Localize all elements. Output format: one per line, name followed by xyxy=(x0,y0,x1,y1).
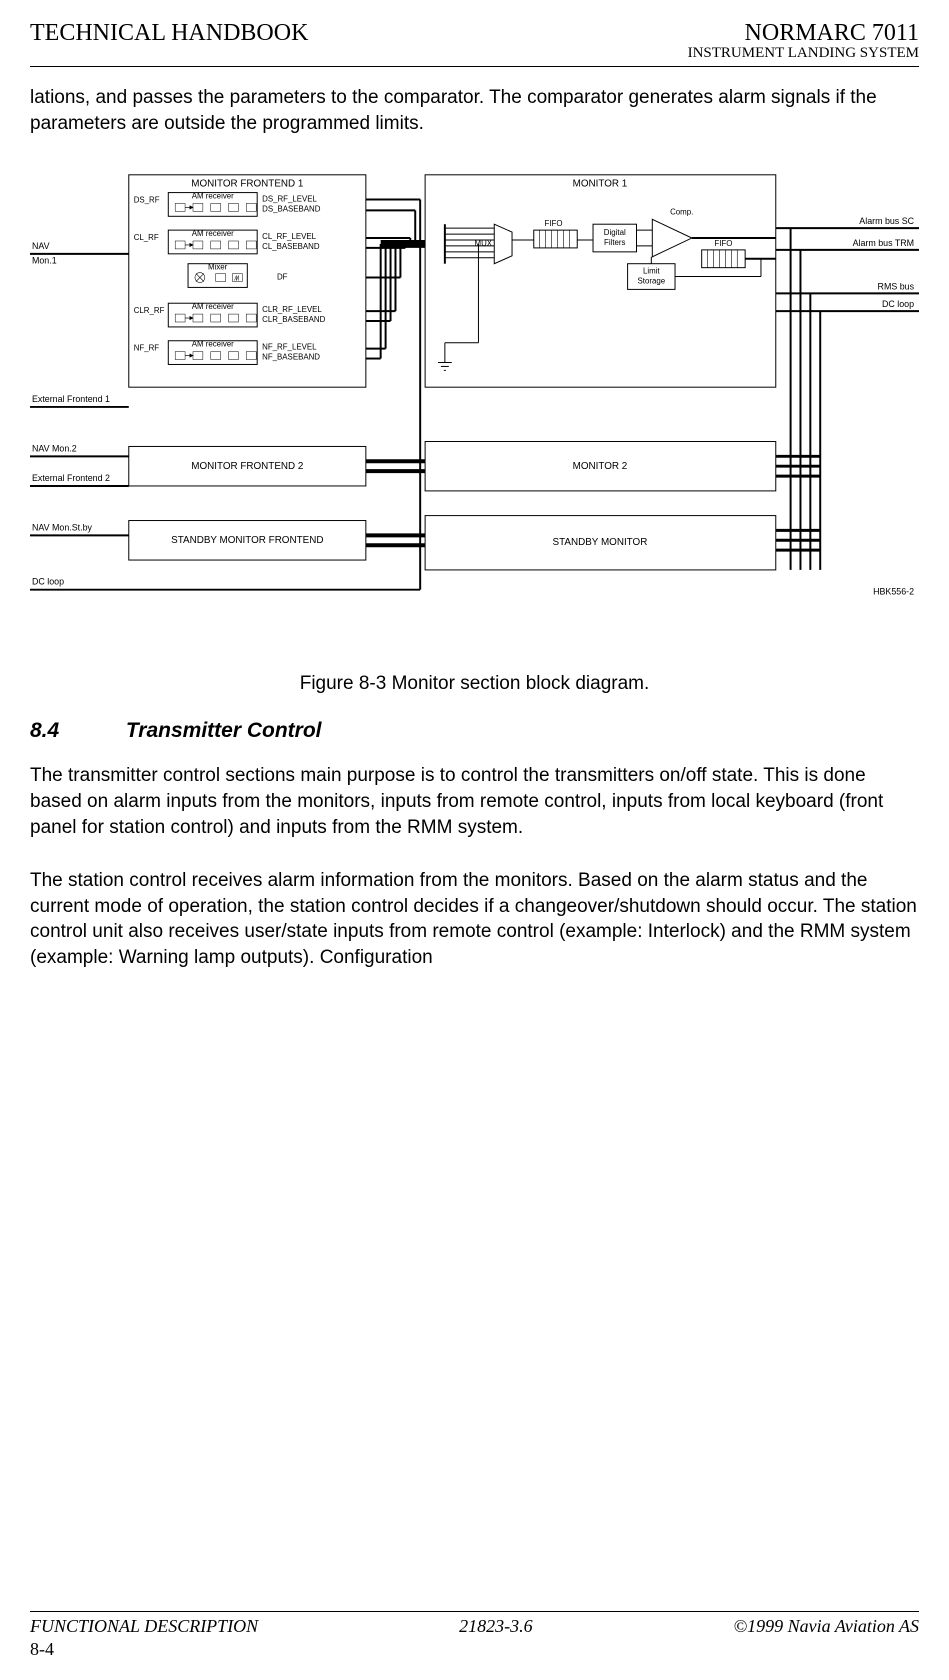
label-abus-sc: Alarm bus SC xyxy=(859,216,914,226)
footer-center: 21823-3.6 xyxy=(459,1616,533,1637)
out-cl-bb: CL_BASEBAND xyxy=(262,242,320,251)
out-cl-lvl: CL_RF_LEVEL xyxy=(262,232,317,241)
out-nf-bb: NF_BASEBAND xyxy=(262,353,320,362)
in-cl: CL_RF xyxy=(134,233,159,242)
label-abus-trm: Alarm bus TRM xyxy=(853,238,914,248)
block-mon1 xyxy=(425,175,776,387)
in-clr: CLR_RF xyxy=(134,306,165,315)
out-nf-lvl: NF_RF_LEVEL xyxy=(262,343,317,352)
out-clr-lvl: CLR_RF_LEVEL xyxy=(262,305,322,314)
intro-paragraph: lations, and passes the parameters to th… xyxy=(30,85,919,136)
label-navstby: NAV Mon.St.by xyxy=(32,523,93,533)
block-diagram: NAV Mon.1 External Frontend 1 NAV Mon.2 … xyxy=(30,152,919,652)
label-fifo1: FIFO xyxy=(545,219,563,228)
label-comp: Comp. xyxy=(670,208,693,217)
amrx4: AM receiver xyxy=(192,340,234,349)
section-heading: 8.4 Transmitter Control xyxy=(30,719,919,743)
footer-right: ©1999 Navia Aviation AS xyxy=(733,1616,919,1637)
header-rule xyxy=(30,66,919,67)
label-mfe2: MONITOR FRONTEND 2 xyxy=(191,461,303,472)
paragraph-2: The station control receives alarm infor… xyxy=(30,868,919,971)
label-dcloop-left: DC loop xyxy=(32,577,64,587)
label-mfe1: MONITOR FRONTEND 1 xyxy=(191,179,303,190)
page-footer: FUNCTIONAL DESCRIPTION 21823-3.6 ©1999 N… xyxy=(30,1616,919,1637)
footer-rule xyxy=(30,1611,919,1612)
header-left: TECHNICAL HANDBOOK xyxy=(30,20,308,47)
header-sub: INSTRUMENT LANDING SYSTEM xyxy=(30,45,919,62)
amrx1: AM receiver xyxy=(192,192,234,201)
in-ds: DS_RF xyxy=(134,196,160,205)
footer-left: FUNCTIONAL DESCRIPTION xyxy=(30,1616,258,1637)
section-number: 8.4 xyxy=(30,719,120,743)
figure-caption: Figure 8-3 Monitor section block diagram… xyxy=(30,673,919,695)
label-mon1-block: MONITOR 1 xyxy=(573,179,628,190)
label-ef2: External Frontend 2 xyxy=(32,473,110,483)
amrx2: AM receiver xyxy=(192,229,234,238)
label-dfilt2: Filters xyxy=(604,238,626,247)
out-df: DF xyxy=(277,273,288,282)
header-right: NORMARC 7011 xyxy=(745,20,919,47)
label-ef1: External Frontend 1 xyxy=(32,394,110,404)
paragraph-1: The transmitter control sections main pu… xyxy=(30,763,919,840)
label-nav: NAV xyxy=(32,241,50,251)
amrx3: AM receiver xyxy=(192,302,234,311)
label-mon1: Mon.1 xyxy=(32,256,57,266)
label-fifo2: FIFO xyxy=(714,239,732,248)
out-clr-bb: CLR_BASEBAND xyxy=(262,315,325,324)
footer-page: 8-4 xyxy=(30,1639,919,1660)
label-dfilt1: Digital xyxy=(604,228,626,237)
label-limit1: Limit xyxy=(643,267,660,276)
label-hbk: HBK556-2 xyxy=(873,587,914,597)
label-rms: RMS bus xyxy=(878,282,915,292)
label-smon: STANDBY MONITOR xyxy=(553,538,648,549)
out-ds-bb: DS_BASEBAND xyxy=(262,205,321,214)
label-limit2: Storage xyxy=(637,277,665,286)
out-ds-lvl: DS_RF_LEVEL xyxy=(262,195,317,204)
in-nf: NF_RF xyxy=(134,344,160,353)
section-title-text: Transmitter Control xyxy=(126,719,322,742)
label-navmon2: NAV Mon.2 xyxy=(32,444,77,454)
label-smfe: STANDBY MONITOR FRONTEND xyxy=(171,536,323,547)
label-mon2: MONITOR 2 xyxy=(573,461,628,472)
page-header: TECHNICAL HANDBOOK NORMARC 7011 xyxy=(30,20,919,47)
label-dcloop-right: DC loop xyxy=(882,299,914,309)
mixer-label: Mixer xyxy=(208,263,228,272)
